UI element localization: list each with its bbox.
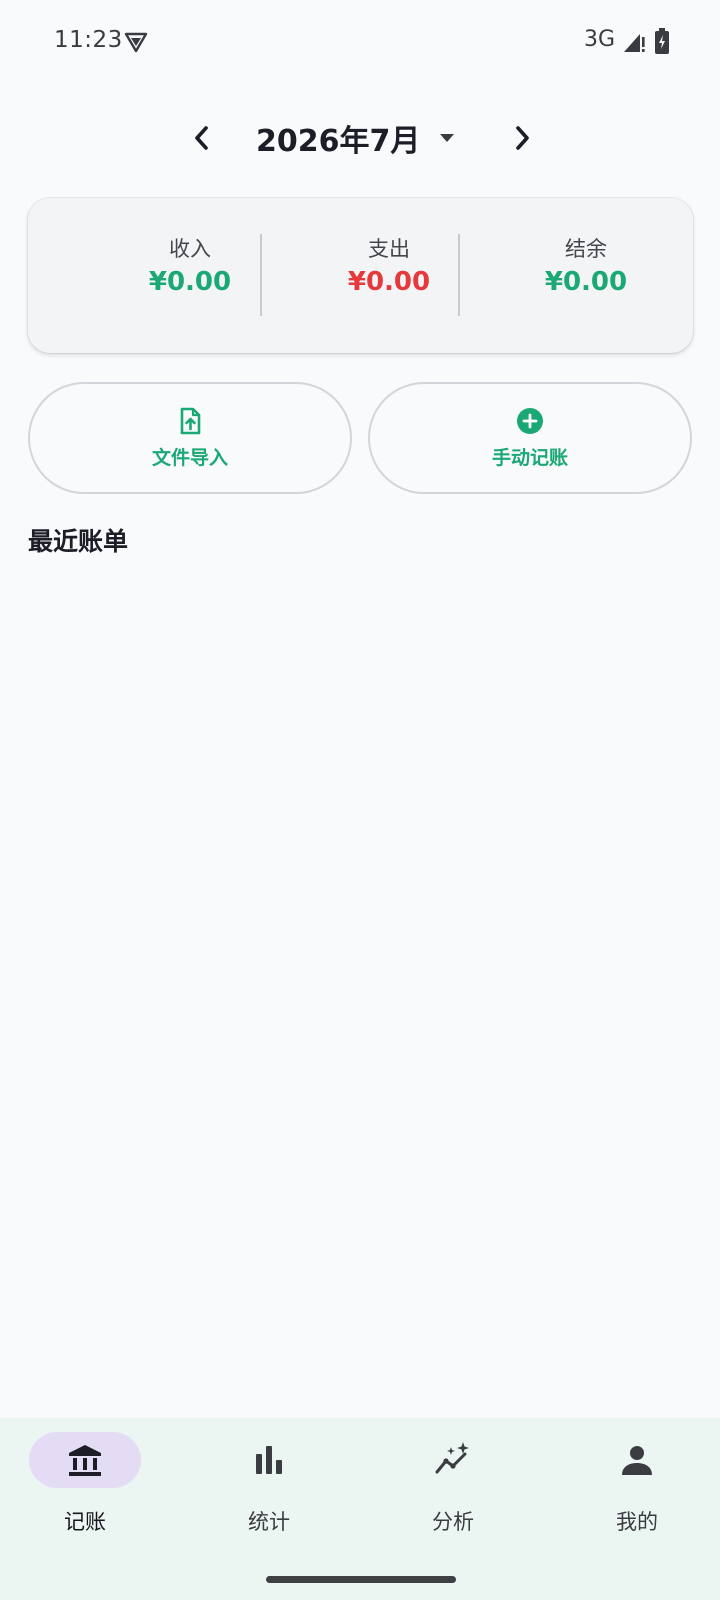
status-bar: 11:23 3G	[0, 0, 720, 84]
signal-icon	[624, 34, 645, 52]
chevron-left-icon	[195, 126, 208, 150]
add-circle-icon	[517, 407, 543, 434]
summary-card: 收入 ¥0.00 支出 ¥0.00 结余 ¥0.00	[28, 198, 693, 353]
summary-divider	[458, 234, 460, 316]
nav-item-profile[interactable]: 我的	[552, 1432, 720, 1552]
nav-label: 我的	[616, 1510, 658, 1534]
nav-label: 统计	[248, 1510, 290, 1534]
person-icon	[622, 1446, 652, 1475]
recent-bills-title: 最近账单	[28, 527, 129, 556]
trend-sparkle-icon	[435, 1442, 469, 1474]
month-picker[interactable]: 2026年7月	[256, 114, 456, 162]
status-time: 11:23	[54, 27, 123, 53]
bar-chart-icon	[256, 1446, 282, 1474]
nav-icon-container	[213, 1432, 325, 1488]
nav-item-bookkeeping[interactable]: 记账	[0, 1432, 170, 1552]
screen: 11:23 3G 2026年7月 收入 ¥0.00 支出 ¥0.00 结余 ¥0…	[0, 0, 720, 1600]
previous-month-button[interactable]	[180, 116, 224, 160]
nav-active-indicator	[29, 1432, 141, 1488]
file-upload-icon	[180, 407, 201, 434]
balance-summary: 结余 ¥0.00	[486, 234, 686, 298]
manual-entry-label: 手动记账	[491, 446, 568, 469]
nav-label: 记账	[64, 1510, 106, 1534]
file-import-label: 文件导入	[151, 446, 228, 469]
nav-item-statistics[interactable]: 统计	[184, 1432, 354, 1552]
manual-entry-button[interactable]: 手动记账	[368, 382, 692, 494]
next-month-button[interactable]	[500, 116, 544, 160]
bottom-navigation: 记账 统计 分析 我的	[0, 1418, 720, 1600]
chevron-right-icon	[516, 126, 529, 150]
caret-down-icon	[440, 134, 455, 142]
month-selector: 2026年7月	[0, 108, 720, 168]
battery-icon	[655, 28, 669, 54]
nav-icon-container	[581, 1432, 693, 1488]
balance-value: ¥0.00	[544, 267, 628, 297]
summary-divider	[260, 234, 262, 316]
nav-icon-container	[397, 1432, 509, 1488]
vpn-icon	[124, 32, 148, 53]
home-indicator[interactable]	[266, 1576, 456, 1583]
month-title: 2026年7月	[256, 124, 421, 159]
balance-label: 结余	[565, 237, 607, 261]
network-type: 3G	[584, 27, 616, 52]
nav-label: 分析	[432, 1510, 474, 1534]
bank-icon	[69, 1445, 101, 1476]
nav-item-analysis[interactable]: 分析	[368, 1432, 538, 1552]
file-import-button[interactable]: 文件导入	[28, 382, 352, 494]
